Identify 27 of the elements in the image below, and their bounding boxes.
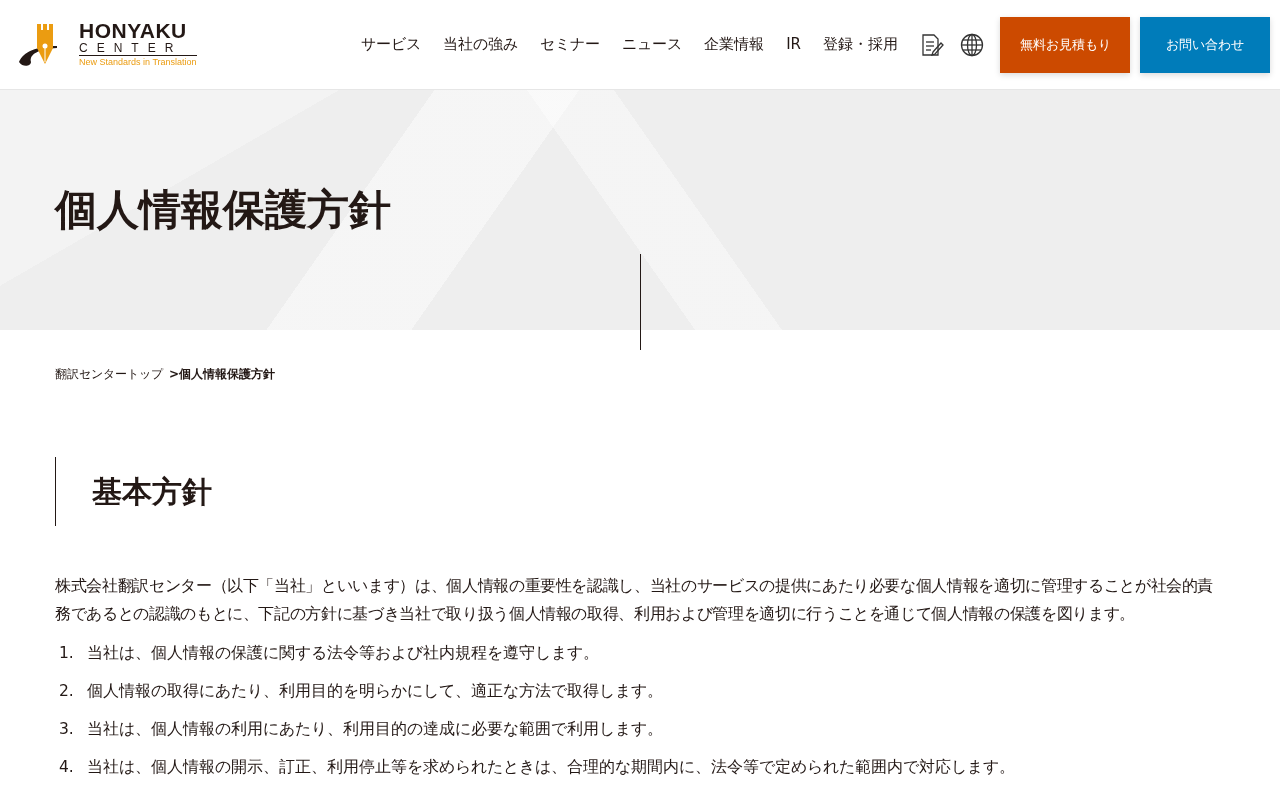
nav-link[interactable]: IR <box>786 35 801 54</box>
nav-link[interactable]: 登録・採用 <box>823 35 898 54</box>
current-page-label: >個人情報保護方針 <box>169 366 276 383</box>
list-item-text: 個人情報の取得にあたり、利用目的を明らかにして、適正な方法で取得します。 <box>87 681 663 702</box>
document-edit-icon[interactable] <box>920 32 944 57</box>
list-item-text: 当社は、個人情報の保護に関する法令等および社内規程を遵守します。 <box>87 643 599 664</box>
header-button[interactable]: 無料お見積もり <box>1000 16 1130 73</box>
list-number: 4. <box>59 757 75 778</box>
list-number: 2. <box>59 681 75 702</box>
header-button[interactable]: お問い合わせ <box>1140 16 1270 73</box>
section-heading: 基本方針 <box>55 457 1225 526</box>
nav-link[interactable]: 当社の強み <box>443 35 519 54</box>
page-title: 個人情報保護方針 <box>55 184 391 236</box>
logo-subname: CENTER <box>79 41 197 56</box>
logo-name: HONYAKU <box>79 21 188 41</box>
nav-link[interactable]: 企業情報 <box>704 35 765 54</box>
globe-icon[interactable] <box>960 32 984 57</box>
list-number: 3. <box>59 719 75 740</box>
list-item-text: 当社は、個人情報の利用にあたり、利用目的の達成に必要な範囲で利用します。 <box>87 719 663 740</box>
nav-link[interactable]: セミナー <box>540 35 601 54</box>
list-number: 1. <box>59 643 75 664</box>
nav-link[interactable]: サービス <box>361 35 422 54</box>
list-item-text: 当社は、個人情報の開示、訂正、利用停止等を求められたときは、合理的な期間内に、法令等で定められた範囲内で対応します。 <box>87 757 1015 778</box>
nav-link[interactable]: ニュース <box>622 35 683 54</box>
intro-paragraph: 株式会社翻訳センター（以下「当社」といいます）は、個人情報の重要性を認識し、当社のサービスの提供にあたり必要な個人情報を適切に管理することが社会的責務であるとの認識のもとに、下記の方針に基づき当社で取り扱う個人情報の取得、利用および管理を適切に行うことを通じて個人情報の保護を図ります。 <box>55 576 1215 625</box>
logo-tagline: New Standards in Translation <box>79 56 197 68</box>
breadcrumb-link[interactable]: 翻訳センタートップ <box>55 366 163 383</box>
